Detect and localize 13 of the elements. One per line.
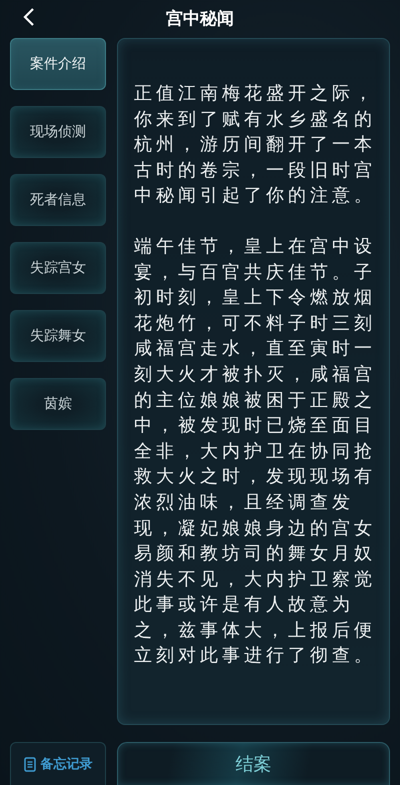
case-description: 端午佳节，皇上在宫中设宴，与百官共庆佳节。子初时刻，皇上下令燃放烟花炮竹，可不料子时三刻咸福宫走水，直至寅时一刻大火才被扑灭，咸福宫的主位娘娘被困于正殿之中，被发现时已烧至面目全非，大内护卫在协同抢救大火之时，发现现场有浓烈油味，且经调查发现，凝妃娘娘身边的宫女易颜和教坊司的舞女月奴消失不见，大内护卫察觉此事或许是有人故意为之，兹事体大，上报后便立刻对此事进行了彻查。 <box>134 234 377 668</box>
memo-button[interactable]: 备忘记录 <box>10 742 106 785</box>
sidebar-tab[interactable]: 案件介绍 <box>10 38 106 90</box>
close-case-button[interactable]: 结案 <box>117 742 390 785</box>
sidebar-tab[interactable]: 失踪宫女 <box>10 242 106 294</box>
back-icon[interactable] <box>23 8 35 26</box>
sidebar-tab[interactable]: 死者信息 <box>10 174 106 226</box>
sidebar-tab[interactable]: 失踪舞女 <box>10 310 106 362</box>
page-title: 宫中秘闻 <box>166 8 234 30</box>
case-description: 正值江南梅花盛开之际，你来到了赋有水乡盛名的杭州，游历间翻开了一本古时的卷宗，一段旧时宫中秘闻引起了你的注意。 <box>134 82 377 208</box>
sidebar-tab[interactable]: 茵嫔 <box>10 378 106 430</box>
notepad-icon <box>24 756 36 772</box>
sidebar-tab[interactable]: 现场侦测 <box>10 106 106 158</box>
